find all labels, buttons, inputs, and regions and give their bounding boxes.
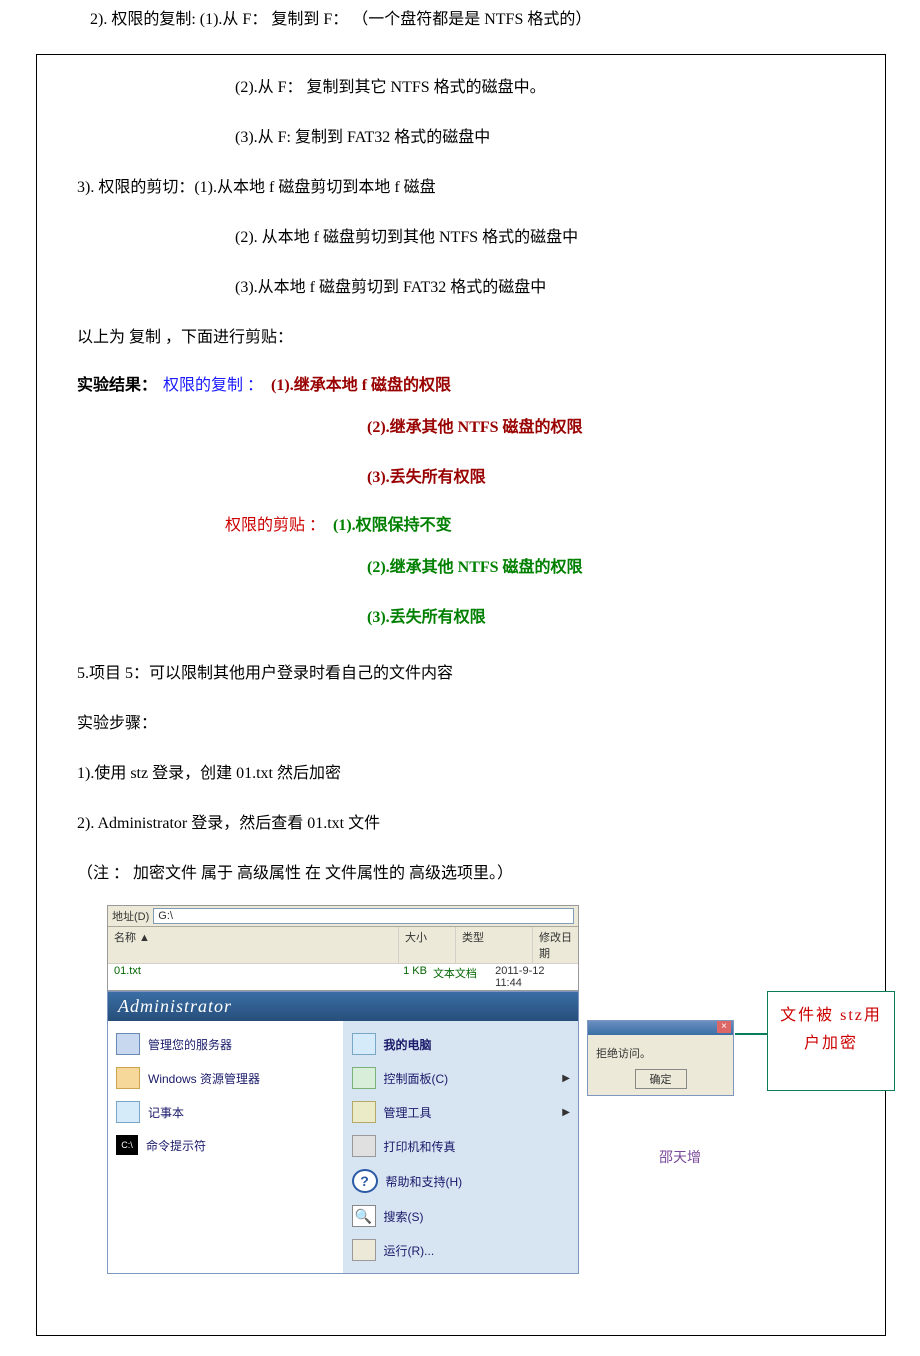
cut-result-2: (2).继承其他 NTFS 磁盘的权限 bbox=[367, 551, 855, 585]
start-menu-title: Administrator bbox=[108, 992, 578, 1021]
menu-label: 搜索(S) bbox=[384, 1208, 424, 1225]
menu-run[interactable]: 运行(R)... bbox=[348, 1233, 575, 1267]
explorer-window: 地址(D) G:\ 名称 ▲ 大小 类型 修改日期 01.txt 1 KB 文本… bbox=[107, 905, 579, 991]
col-name[interactable]: 名称 ▲ bbox=[108, 927, 399, 963]
dialog-message: 拒绝访问。 bbox=[596, 1045, 725, 1061]
menu-notepad[interactable]: 记事本 bbox=[112, 1095, 339, 1129]
access-denied-dialog: × 拒绝访问。 确定 bbox=[587, 1020, 734, 1096]
menu-control-panel[interactable]: 控制面板(C) ▶ bbox=[348, 1061, 575, 1095]
callout-box: 文件被 stz用户加密 bbox=[767, 991, 895, 1091]
cmd-icon: C:\ bbox=[116, 1135, 138, 1155]
step-1: 1).使用 stz 登录，创建 01.txt 然后加密 bbox=[77, 757, 855, 791]
menu-search[interactable]: 🔍 搜索(S) bbox=[348, 1199, 575, 1233]
chevron-right-icon: ▶ bbox=[562, 1073, 570, 1084]
pc-icon bbox=[352, 1033, 376, 1055]
dialog-titlebar: × bbox=[588, 1021, 733, 1035]
start-left-column: 管理您的服务器 Windows 资源管理器 记事本 C:\ 命令提示符 bbox=[108, 1021, 344, 1273]
menu-label: 运行(R)... bbox=[384, 1242, 435, 1259]
file-type: 文本文档 bbox=[433, 965, 495, 989]
menu-label: 帮助和支持(H) bbox=[386, 1173, 463, 1190]
menu-label: 记事本 bbox=[148, 1104, 184, 1121]
steps-label: 实验步骤： bbox=[77, 707, 855, 741]
cut-heading: 3). 权限的剪切：(1).从本地 f 磁盘剪切到本地 f 磁盘 bbox=[77, 171, 855, 205]
cut-result-3: (3).丢失所有权限 bbox=[367, 601, 855, 635]
page-frame: (2).从 F： 复制到其它 NTFS 格式的磁盘中。 (3).从 F: 复制到… bbox=[36, 54, 886, 1336]
result-label: 实验结果： bbox=[77, 371, 157, 395]
watermark-text: 邵天增 bbox=[659, 1147, 701, 1167]
copy-label: 权限的复制 ： bbox=[163, 371, 263, 395]
menu-cmd[interactable]: C:\ 命令提示符 bbox=[112, 1129, 339, 1161]
cut-item-2: (2). 从本地 f 磁盘剪切到其他 NTFS 格式的磁盘中 bbox=[235, 221, 855, 255]
column-headers: 名称 ▲ 大小 类型 修改日期 bbox=[108, 927, 578, 964]
result-row-cut: 权限的剪贴 ： (1).权限保持不变 bbox=[225, 511, 855, 535]
server-icon bbox=[116, 1033, 140, 1055]
cut-label: 权限的剪贴 ： bbox=[225, 511, 325, 535]
address-label: 地址(D) bbox=[112, 908, 149, 924]
file-name: 01.txt bbox=[114, 965, 384, 989]
menu-admin-tools[interactable]: 管理工具 ▶ bbox=[348, 1095, 575, 1129]
transition-text: 以上为 复制 ，下面进行剪贴： bbox=[77, 321, 855, 355]
col-date[interactable]: 修改日期 bbox=[533, 927, 578, 963]
line-outside-top: 2). 权限的复制: (1).从 F： 复制到 F： （一个盘符都是是 NTFS… bbox=[90, 6, 920, 34]
copy-result-3: (3).丢失所有权限 bbox=[367, 461, 855, 495]
copy-item-2: (2).从 F： 复制到其它 NTFS 格式的磁盘中。 bbox=[235, 71, 855, 105]
menu-label: 命令提示符 bbox=[146, 1137, 206, 1154]
run-icon bbox=[352, 1239, 376, 1261]
file-date: 2011-9-12 11:44 bbox=[495, 965, 572, 989]
close-icon[interactable]: × bbox=[717, 1021, 731, 1033]
control-panel-icon bbox=[352, 1067, 376, 1089]
address-path[interactable]: G:\ bbox=[153, 908, 574, 924]
menu-label: 管理您的服务器 bbox=[148, 1036, 232, 1053]
copy-item-3: (3).从 F: 复制到 FAT32 格式的磁盘中 bbox=[235, 121, 855, 155]
menu-label: 管理工具 bbox=[384, 1104, 432, 1121]
menu-label: 控制面板(C) bbox=[384, 1070, 449, 1087]
result-row-copy: 实验结果： 权限的复制 ： (1).继承本地 f 磁盘的权限 bbox=[67, 371, 855, 395]
menu-manage-server[interactable]: 管理您的服务器 bbox=[112, 1027, 339, 1061]
menu-label: 我的电脑 bbox=[384, 1036, 432, 1053]
printer-icon bbox=[352, 1135, 376, 1157]
file-size: 1 KB bbox=[384, 965, 433, 989]
start-menu: Administrator 管理您的服务器 Windows 资源管理器 记事本 bbox=[107, 991, 579, 1274]
file-row[interactable]: 01.txt 1 KB 文本文档 2011-9-12 11:44 bbox=[108, 964, 578, 990]
col-size[interactable]: 大小 bbox=[399, 927, 456, 963]
cut-result-1: (1).权限保持不变 bbox=[333, 511, 452, 535]
help-icon: ? bbox=[352, 1169, 378, 1193]
search-icon: 🔍 bbox=[352, 1205, 376, 1227]
menu-printers[interactable]: 打印机和传真 bbox=[348, 1129, 575, 1163]
ok-button[interactable]: 确定 bbox=[635, 1069, 687, 1089]
menu-my-computer[interactable]: 我的电脑 bbox=[348, 1027, 575, 1061]
tools-icon bbox=[352, 1101, 376, 1123]
menu-windows-explorer[interactable]: Windows 资源管理器 bbox=[112, 1061, 339, 1095]
menu-help[interactable]: ? 帮助和支持(H) bbox=[348, 1163, 575, 1199]
address-bar: 地址(D) G:\ bbox=[108, 906, 578, 927]
copy-result-2: (2).继承其他 NTFS 磁盘的权限 bbox=[367, 411, 855, 445]
cut-item-3: (3).从本地 f 磁盘剪切到 FAT32 格式的磁盘中 bbox=[235, 271, 855, 305]
project-5: 5.项目 5：可以限制其他用户登录时看自己的文件内容 bbox=[77, 657, 855, 691]
menu-label: Windows 资源管理器 bbox=[148, 1070, 260, 1087]
notepad-icon bbox=[116, 1101, 140, 1123]
col-type[interactable]: 类型 bbox=[456, 927, 533, 963]
start-right-column: 我的电脑 控制面板(C) ▶ 管理工具 ▶ 打印机和传真 bbox=[344, 1021, 579, 1273]
step-2: 2). Administrator 登录，然后查看 01.txt 文件 bbox=[77, 807, 855, 841]
folder-icon bbox=[116, 1067, 140, 1089]
callout-connector bbox=[735, 1033, 767, 1035]
copy-result-1: (1).继承本地 f 磁盘的权限 bbox=[271, 371, 451, 395]
note-text: （注 ： 加密文件 属于 高级属性 在 文件属性的 高级选项里。） bbox=[77, 857, 855, 891]
chevron-right-icon: ▶ bbox=[562, 1107, 570, 1118]
menu-label: 打印机和传真 bbox=[384, 1138, 456, 1155]
embedded-screenshot: 地址(D) G:\ 名称 ▲ 大小 类型 修改日期 01.txt 1 KB 文本… bbox=[107, 905, 887, 1274]
